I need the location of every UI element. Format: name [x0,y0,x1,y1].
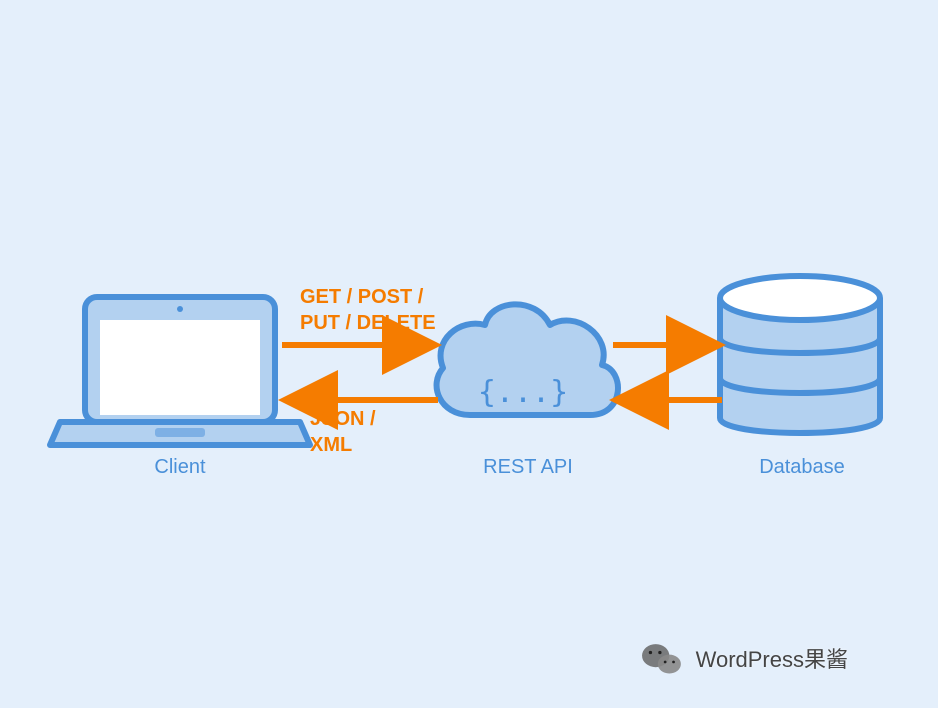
wechat-icon [641,642,683,678]
cloud-code-text: {...} [478,375,568,410]
cloud-icon: {...} [437,304,618,415]
watermark-text: WordPress果酱 [696,642,848,674]
client-label: Client [130,456,230,479]
database-label: Database [752,456,852,479]
request-methods-label: GET / POST / PUT / DELETE [300,284,436,336]
database-icon [720,276,880,433]
rest-api-label: REST API [478,456,578,479]
response-formats-label: JSON / XML [310,406,376,458]
laptop-icon [50,297,310,445]
diagram-canvas: {...} [0,0,938,708]
